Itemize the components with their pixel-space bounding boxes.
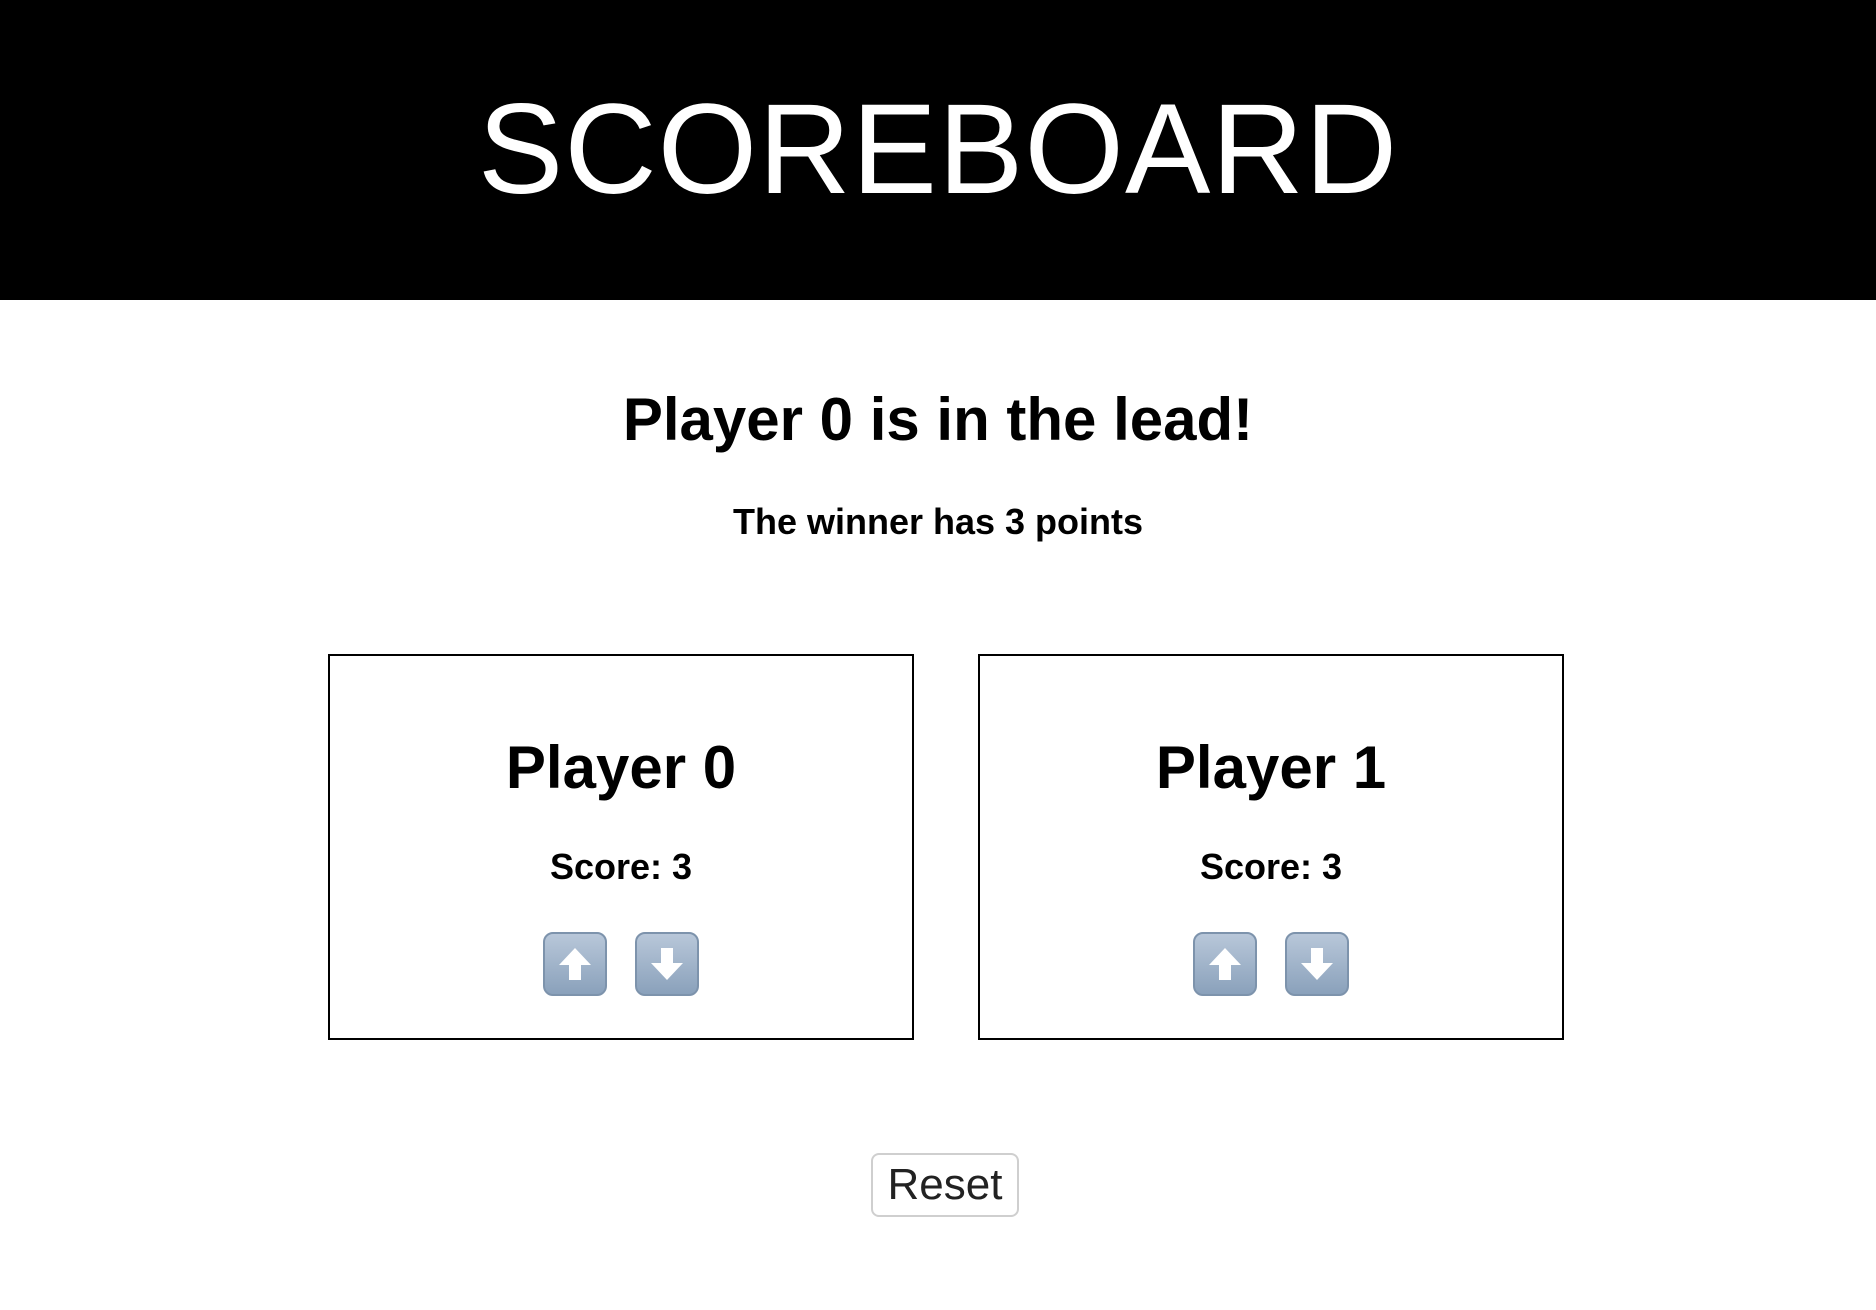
player-score: Score: 3	[1199, 846, 1343, 887]
up-arrow-icon	[1205, 944, 1245, 984]
decrease-score-button[interactable]	[635, 932, 699, 996]
player-name: Player 1	[1155, 734, 1387, 801]
app-title: SCOREBOARD	[477, 78, 1399, 221]
reset-button[interactable]: Reset	[871, 1153, 1019, 1217]
score-controls	[980, 932, 1562, 996]
increase-score-button[interactable]	[1193, 932, 1257, 996]
up-arrow-icon	[555, 944, 595, 984]
player-score: Score: 3	[549, 846, 693, 887]
player-card-1: Player 1 Score: 3	[978, 654, 1564, 1040]
lead-message: Player 0 is in the lead!	[622, 386, 1254, 453]
player-name: Player 0	[505, 734, 737, 801]
score-controls	[330, 932, 912, 996]
increase-score-button[interactable]	[543, 932, 607, 996]
down-arrow-icon	[647, 944, 687, 984]
player-card-0: Player 0 Score: 3	[328, 654, 914, 1040]
winner-message: The winner has 3 points	[732, 501, 1144, 542]
decrease-score-button[interactable]	[1285, 932, 1349, 996]
down-arrow-icon	[1297, 944, 1337, 984]
app-header: SCOREBOARD	[0, 0, 1876, 300]
